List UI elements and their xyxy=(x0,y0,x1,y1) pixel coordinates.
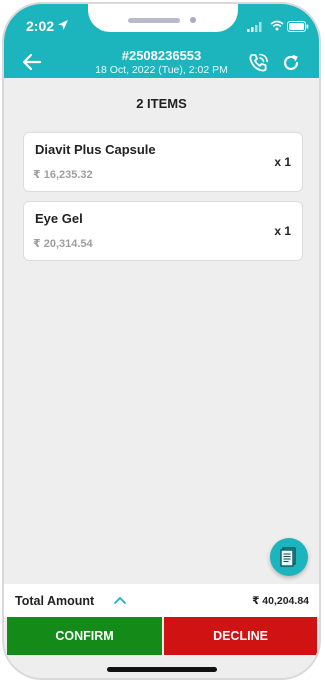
document-icon xyxy=(280,547,296,567)
total-amount-value: ₹ 40,204.84 xyxy=(252,595,309,607)
chevron-up-icon[interactable] xyxy=(113,595,127,605)
total-amount-bar: Total Amount ₹ 40,204.84 xyxy=(4,584,319,618)
item-price: ₹ 20,314.54 xyxy=(33,238,93,250)
items-count-title: 2 ITEMS xyxy=(136,96,187,111)
total-amount-label: Total Amount xyxy=(15,594,95,608)
item-name: Eye Gel xyxy=(35,211,83,226)
home-indicator xyxy=(107,667,217,672)
order-item-card: Diavit Plus Capsule ₹ 16,235.32 x 1 xyxy=(23,132,303,192)
order-number: #2508236553 xyxy=(121,48,202,63)
phone-frame: 2:02 #2508236553 18 Oct, 2022 (Tue), 2:0… xyxy=(2,2,321,680)
item-quantity: x 1 xyxy=(274,155,291,169)
app-header: 2:02 #2508236553 18 Oct, 2022 (Tue), 2:0… xyxy=(4,4,319,78)
status-bar: 2:02 xyxy=(4,4,319,40)
phone-call-icon[interactable] xyxy=(248,53,270,73)
signal-icon xyxy=(247,22,262,32)
wifi-icon xyxy=(270,20,284,31)
location-arrow-icon xyxy=(58,20,68,30)
phone-notch xyxy=(88,4,238,32)
decline-button[interactable]: DECLINE xyxy=(164,617,317,655)
front-camera xyxy=(190,17,196,23)
speaker-grille xyxy=(128,18,180,23)
item-name: Diavit Plus Capsule xyxy=(35,142,156,157)
prescription-button[interactable] xyxy=(270,538,308,576)
status-time: 2:02 xyxy=(26,18,55,34)
order-date: 18 Oct, 2022 (Tue), 2:02 PM xyxy=(95,64,228,76)
item-price: ₹ 16,235.32 xyxy=(33,169,93,181)
order-item-card: Eye Gel ₹ 20,314.54 x 1 xyxy=(23,201,303,261)
confirm-button[interactable]: CONFIRM xyxy=(7,617,162,655)
item-quantity: x 1 xyxy=(274,224,291,238)
refresh-icon[interactable] xyxy=(281,53,301,73)
battery-icon xyxy=(287,21,309,32)
